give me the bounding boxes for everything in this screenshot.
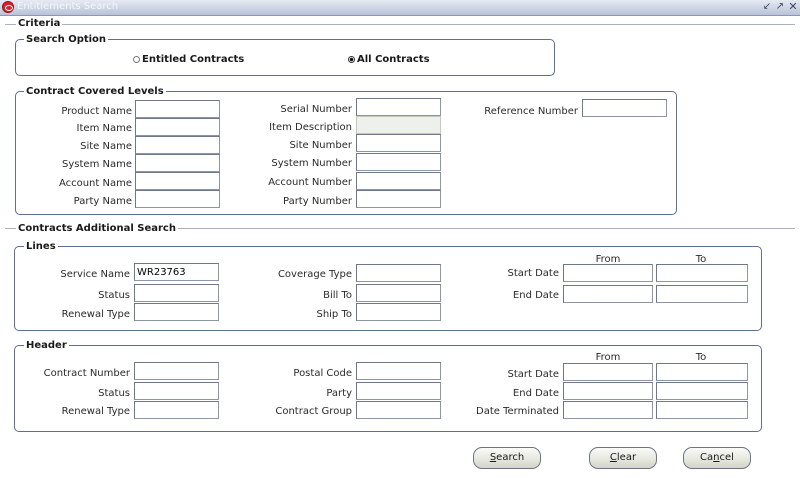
item-name-input[interactable] <box>135 118 220 136</box>
site-name-label: Site Name <box>80 141 132 152</box>
bill-to-label: Bill To <box>323 290 352 301</box>
system-name-input[interactable] <box>135 154 220 172</box>
bill-to-input[interactable] <box>356 284 441 302</box>
criteria-section-label: Criteria <box>16 18 63 29</box>
system-name-label: System Name <box>62 159 132 170</box>
item-description-label: Item Description <box>269 122 352 133</box>
search-button[interactable]: Search <box>473 447 541 469</box>
header-renewal-type-label: Renewal Type <box>61 406 130 417</box>
system-number-input[interactable] <box>356 153 441 171</box>
account-number-label: Account Number <box>268 177 352 188</box>
date-terminated-from-input[interactable] <box>563 401 653 419</box>
account-name-label: Account Name <box>58 178 132 189</box>
header-start-date-to-input[interactable] <box>656 363 748 381</box>
account-number-input[interactable] <box>356 172 441 190</box>
item-name-label: Item Name <box>76 123 132 134</box>
lines-renewal-type-label: Renewal Type <box>61 309 130 320</box>
header-to-header: To <box>695 352 707 363</box>
account-name-input[interactable] <box>135 172 220 190</box>
lines-end-date-to-input[interactable] <box>656 285 748 303</box>
radio-entitled-contracts[interactable]: Entitled Contracts <box>133 54 244 65</box>
service-name-label: Service Name <box>60 269 130 280</box>
party-label: Party <box>326 388 352 399</box>
date-terminated-label: Date Terminated <box>476 406 559 417</box>
contract-group-input[interactable] <box>356 401 441 419</box>
party-number-input[interactable] <box>356 190 441 208</box>
reference-number-label: Reference Number <box>484 106 578 117</box>
lines-end-date-from-input[interactable] <box>563 285 653 303</box>
clear-button-label: lear <box>616 452 637 463</box>
header-end-date-from-input[interactable] <box>563 382 653 400</box>
contract-group-label: Contract Group <box>275 406 352 417</box>
radio-all-contracts-label: All Contracts <box>357 54 430 65</box>
lines-renewal-type-input[interactable] <box>134 303 219 321</box>
contract-number-input[interactable] <box>134 362 219 380</box>
header-start-date-from-input[interactable] <box>563 363 653 381</box>
serial-number-label: Serial Number <box>280 104 352 115</box>
product-name-label: Product Name <box>61 106 132 117</box>
party-input[interactable] <box>356 382 441 400</box>
maximize-icon[interactable]: ↗ <box>775 1 785 13</box>
lines-start-date-from-input[interactable] <box>563 264 653 282</box>
site-number-input[interactable] <box>356 134 441 152</box>
header-from-header: From <box>595 352 621 363</box>
header-renewal-type-input[interactable] <box>134 401 219 419</box>
item-description-input <box>356 116 441 134</box>
header-end-date-to-input[interactable] <box>656 382 748 400</box>
party-name-input[interactable] <box>135 190 220 208</box>
lines-status-label: Status <box>98 290 130 301</box>
additional-search-section-label: Contracts Additional Search <box>16 223 178 234</box>
radio-selected-icon <box>348 56 355 63</box>
header-status-input[interactable] <box>134 382 219 400</box>
serial-number-input[interactable] <box>356 98 441 116</box>
date-terminated-to-input[interactable] <box>656 401 748 419</box>
party-name-label: Party Name <box>73 196 132 207</box>
lines-end-date-label: End Date <box>512 290 559 301</box>
window-title: Entitlements Search <box>17 1 119 12</box>
ship-to-input[interactable] <box>356 303 441 321</box>
radio-all-contracts[interactable]: All Contracts <box>348 54 430 65</box>
lines-group-label: Lines <box>24 241 58 252</box>
site-name-input[interactable] <box>135 136 220 154</box>
ship-to-label: Ship To <box>316 309 352 320</box>
service-name-input[interactable] <box>134 263 219 281</box>
site-number-label: Site Number <box>289 140 352 151</box>
postal-code-label: Postal Code <box>293 368 352 379</box>
covered-levels-label: Contract Covered Levels <box>24 86 166 97</box>
criteria-divider <box>5 24 795 25</box>
header-start-date-label: Start Date <box>507 369 559 380</box>
radio-entitled-contracts-label: Entitled Contracts <box>142 54 245 65</box>
cancel-button-label-end: cel <box>719 452 734 463</box>
reference-number-input[interactable] <box>582 99 667 117</box>
cancel-button-label-start: Ca <box>700 452 714 463</box>
header-status-label: Status <box>98 388 130 399</box>
close-icon[interactable]: ✕ <box>788 1 798 13</box>
window-titlebar[interactable]: Entitlements Search ↙ ↗ ✕ <box>0 0 800 16</box>
lines-start-date-to-input[interactable] <box>656 264 748 282</box>
oracle-app-icon <box>2 1 14 13</box>
product-name-input[interactable] <box>135 100 220 118</box>
lines-status-input[interactable] <box>134 284 219 302</box>
clear-button[interactable]: Clear <box>589 447 657 469</box>
contract-number-label: Contract Number <box>43 368 130 379</box>
coverage-type-label: Coverage Type <box>277 269 352 280</box>
coverage-type-input[interactable] <box>356 264 441 282</box>
search-button-label: earch <box>496 452 525 463</box>
header-end-date-label: End Date <box>512 388 559 399</box>
system-number-label: System Number <box>271 158 352 169</box>
party-number-label: Party Number <box>282 196 352 207</box>
lines-start-date-label: Start Date <box>507 268 559 279</box>
clear-button-mnemonic: C <box>609 452 617 463</box>
header-group-label: Header <box>24 340 69 351</box>
radio-unselected-icon <box>133 56 140 63</box>
minimize-icon[interactable]: ↙ <box>762 1 772 13</box>
search-option-label: Search Option <box>24 34 109 45</box>
cancel-button[interactable]: Cancel <box>683 447 751 469</box>
postal-code-input[interactable] <box>356 362 441 380</box>
